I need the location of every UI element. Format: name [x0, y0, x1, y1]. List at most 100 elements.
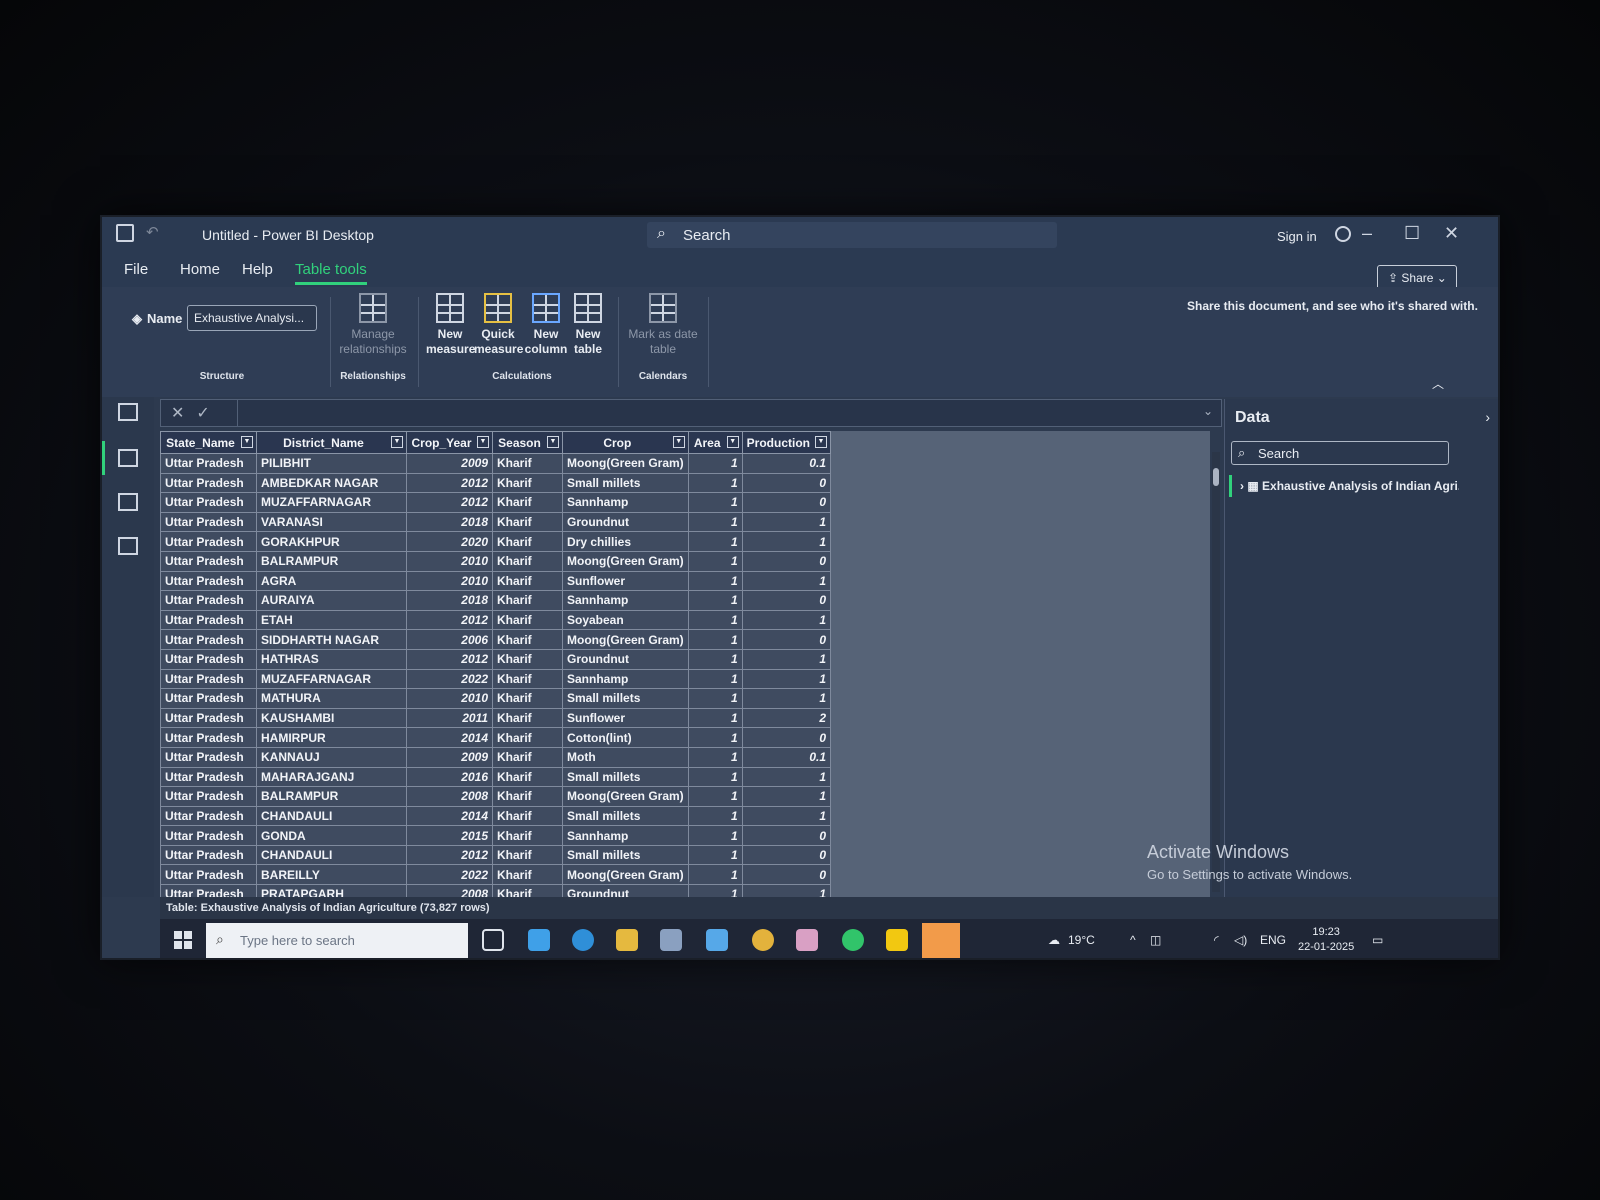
table-cell[interactable]: 2010 [406, 570, 493, 592]
table-cell[interactable]: Moong(Green Gram) [562, 453, 689, 474]
table-cell[interactable]: 1 [687, 864, 743, 886]
menu-table-tools[interactable]: Table tools [295, 261, 367, 285]
table-cell[interactable]: 1 [741, 648, 832, 670]
menu-home[interactable]: Home [180, 261, 220, 278]
filter-icon[interactable]: ▼ [477, 436, 489, 448]
table-cell[interactable]: Kharif [492, 531, 563, 552]
table-row[interactable]: Uttar Pradesh SIDDHARTH NAGAR 2006 Kharif Mo… [160, 629, 832, 650]
table-cell[interactable]: 1 [687, 609, 743, 631]
table-cell[interactable]: 1 [687, 688, 743, 709]
table-cell[interactable]: Kharif [492, 766, 563, 788]
table-cell[interactable]: 1 [741, 766, 832, 788]
table-cell[interactable]: Kharif [492, 864, 563, 886]
table-row[interactable]: Uttar Pradesh HATHRAS 2012 Kharif Groundnut 1… [160, 648, 832, 670]
table-cell[interactable]: 2012 [406, 609, 493, 631]
table-cell[interactable]: CHANDAULI [256, 844, 407, 866]
table-cell[interactable]: VARANASI [256, 511, 407, 533]
filter-icon[interactable]: ▼ [726, 436, 739, 448]
table-cell[interactable]: Cotton(lint) [562, 727, 689, 748]
table-cell[interactable]: Kharif [492, 825, 563, 846]
table-cell[interactable]: 1 [687, 786, 743, 807]
table-cell[interactable]: 1 [687, 531, 743, 552]
table-cell[interactable]: 2009 [406, 453, 493, 474]
table-row[interactable]: Uttar Pradesh BALRAMPUR 2008 Kharif Moong(Gr… [160, 786, 832, 807]
table-cell[interactable]: MATHURA [256, 688, 407, 709]
wifi-icon[interactable]: ◜ [1214, 933, 1219, 947]
table-cell[interactable]: 1 [687, 746, 743, 768]
volume-icon[interactable]: ◁) [1234, 933, 1247, 947]
table-cell[interactable]: Kharif [492, 844, 563, 866]
temperature-readout[interactable]: 19°C [1068, 933, 1095, 947]
table-cell[interactable]: Kharif [492, 648, 563, 670]
table-cell[interactable]: 1 [741, 511, 832, 533]
table-row[interactable]: Uttar Pradesh AURAIYA 2018 Kharif Sannhamp 1 0 [160, 590, 832, 611]
table-cell[interactable]: 2016 [406, 766, 493, 788]
table-cell[interactable]: 2014 [406, 727, 493, 748]
table-cell[interactable]: Sannhamp [562, 590, 689, 611]
cancel-commit-icons[interactable]: ✕✓ [171, 403, 222, 423]
table-row[interactable]: Uttar Pradesh AGRA 2010 Kharif Sunflower 1 1 [160, 570, 832, 592]
table-cell[interactable]: ETAH [256, 609, 407, 631]
table-cell[interactable]: Uttar Pradesh [160, 707, 257, 729]
table-cell[interactable]: BALRAMPUR [256, 550, 407, 572]
title-search-box[interactable]: ⌕ Search [647, 222, 1057, 248]
table-cell[interactable]: 2010 [406, 688, 493, 709]
table-cell[interactable]: 0 [741, 864, 832, 886]
table-cell[interactable]: KAUSHAMBI [256, 707, 407, 729]
weather-icon[interactable]: ☁ [1048, 933, 1060, 947]
filter-icon[interactable]: ▼ [547, 436, 559, 448]
table-cell[interactable]: Sannhamp [562, 492, 689, 513]
table-cell[interactable]: Small millets [562, 766, 689, 788]
table-cell[interactable]: Uttar Pradesh [160, 648, 257, 670]
table-cell[interactable]: Uttar Pradesh [160, 844, 257, 866]
table-cell[interactable]: Kharif [492, 590, 563, 611]
instagram-icon[interactable] [796, 929, 818, 951]
table-cell[interactable]: 1 [687, 648, 743, 670]
formula-bar[interactable]: ✕✓ ⌄ [160, 399, 1222, 427]
table-cell[interactable]: Kharif [492, 492, 563, 513]
table-cell[interactable]: Uttar Pradesh [160, 472, 257, 494]
table-cell[interactable]: 1 [687, 805, 743, 827]
table-cell[interactable]: 1 [741, 668, 832, 690]
model-view-icon[interactable] [118, 493, 138, 511]
close-icon[interactable]: ✕ [1444, 223, 1459, 244]
table-cell[interactable]: KANNAUJ [256, 746, 407, 768]
menu-help[interactable]: Help [242, 261, 273, 278]
table-cell[interactable]: CHANDAULI [256, 805, 407, 827]
table-cell[interactable]: Uttar Pradesh [160, 766, 257, 788]
user-icon[interactable] [1335, 226, 1351, 242]
table-row[interactable]: Uttar Pradesh ETAH 2012 Kharif Soyabean 1 1 [160, 609, 832, 631]
file-explorer-icon[interactable] [616, 929, 638, 951]
new-table-button[interactable]: New table [564, 293, 612, 357]
table-row[interactable]: Uttar Pradesh PILIBHIT 2009 Kharif Moong(Gre… [160, 453, 832, 474]
table-row[interactable]: Uttar Pradesh CHANDAULI 2012 Kharif Small mi… [160, 844, 832, 866]
table-cell[interactable]: Uttar Pradesh [160, 864, 257, 886]
table-cell[interactable]: 1 [687, 453, 743, 474]
column-header-crop-year[interactable]: Crop_Year ▼ [406, 431, 493, 454]
mark-as-date-table-button[interactable]: Mark as date table [626, 293, 700, 357]
table-cell[interactable]: Uttar Pradesh [160, 668, 257, 690]
table-cell[interactable]: Kharif [492, 727, 563, 748]
table-cell[interactable]: 1 [741, 805, 832, 827]
table-cell[interactable]: Sannhamp [562, 668, 689, 690]
table-cell[interactable]: Kharif [492, 746, 563, 768]
table-cell[interactable]: 1 [687, 629, 743, 650]
copilot-icon[interactable] [528, 929, 550, 951]
table-cell[interactable]: 1 [741, 531, 832, 552]
table-cell[interactable]: 1 [687, 884, 743, 897]
table-cell[interactable]: 1 [687, 550, 743, 572]
table-row[interactable]: Uttar Pradesh BAREILLY 2022 Kharif Moong(Gre… [160, 864, 832, 886]
table-cell[interactable]: Uttar Pradesh [160, 531, 257, 552]
table-cell[interactable]: 1 [741, 786, 832, 807]
table-cell[interactable]: Moong(Green Gram) [562, 629, 689, 650]
start-icon[interactable] [174, 931, 192, 949]
table-cell[interactable]: Uttar Pradesh [160, 511, 257, 533]
column-header-area[interactable]: Area ▼ [687, 431, 743, 454]
table-cell[interactable]: Uttar Pradesh [160, 550, 257, 572]
taskbar-clock[interactable]: 19:23 22-01-2025 [1298, 925, 1354, 955]
table-cell[interactable]: 1 [687, 570, 743, 592]
table-cell[interactable]: Uttar Pradesh [160, 727, 257, 748]
table-cell[interactable]: Moong(Green Gram) [562, 550, 689, 572]
table-cell[interactable]: 2009 [406, 746, 493, 768]
table-row[interactable]: Uttar Pradesh BALRAMPUR 2010 Kharif Moong(Gr… [160, 550, 832, 572]
